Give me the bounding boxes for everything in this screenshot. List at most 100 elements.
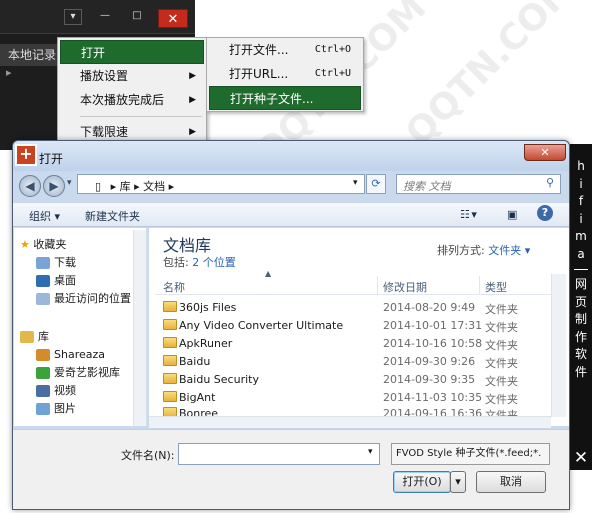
column-divider[interactable]	[377, 276, 378, 294]
file-row[interactable]: Bonree 2014-09-16 16:36 文件夹	[163, 405, 553, 416]
new-folder-button[interactable]: 新建文件夹	[85, 208, 140, 224]
dialog-title: 打开	[39, 152, 64, 166]
side-char: f	[578, 194, 584, 208]
column-type[interactable]: 类型	[485, 279, 507, 295]
dialog-titlebar	[13, 141, 569, 171]
app-plus-icon: +	[15, 144, 37, 166]
help-icon[interactable]: ?	[537, 205, 553, 221]
side-char: i	[579, 176, 583, 191]
side-banner: h i f i m a 网 页 制 作 软 件	[570, 144, 592, 470]
open-dropdown-button[interactable]: ▾	[450, 471, 466, 493]
desktop-icon	[36, 275, 50, 287]
navigation-pane: ★ 收藏夹 下载 桌面 最近访问的位置 库 Shareaza 爱奇艺影视库 视频…	[14, 228, 147, 426]
side-char: m	[575, 229, 587, 243]
folder-icon: ▯	[95, 180, 102, 193]
minimize-button[interactable]: —	[96, 9, 114, 25]
menu-item-open-torrent[interactable]: 打开种子文件...	[209, 86, 361, 110]
arrange-by-dropdown[interactable]: 文件夹 ▾	[488, 244, 530, 257]
nav-scrollbar[interactable]	[133, 230, 146, 426]
video-icon	[36, 385, 50, 397]
side-divider	[574, 269, 588, 270]
preview-pane-icon[interactable]: ▣	[507, 208, 517, 221]
side-char: 制	[574, 312, 587, 326]
context-menu: 打开 播放设置 ▶ 本次播放完成后 ▶ 下载限速 ▶	[57, 37, 207, 147]
nav-libraries[interactable]: 库	[20, 328, 140, 346]
chevron-right-icon: ▶	[189, 71, 196, 81]
menu-item-open-url[interactable]: 打开URL... Ctrl+U	[209, 62, 361, 86]
search-icon[interactable]: ⚲	[546, 176, 554, 189]
locations-link[interactable]: 2 个位置	[192, 256, 236, 269]
chevron-right-icon: ▶	[189, 95, 196, 105]
side-char: 件	[574, 364, 587, 379]
column-date[interactable]: 修改日期	[383, 279, 427, 295]
maximize-button[interactable]: □	[128, 9, 146, 25]
recent-places-icon	[36, 293, 50, 305]
download-folder-icon	[36, 257, 50, 269]
menu-item-open[interactable]: 打开	[60, 40, 204, 64]
view-options-icon[interactable]: ☷ ▾	[460, 208, 477, 221]
menu-item-playback-settings[interactable]: 播放设置 ▶	[60, 64, 204, 88]
organize-button[interactable]: 组织 ▾	[29, 208, 60, 224]
menu-separator	[80, 116, 202, 117]
menu-item-open-file[interactable]: 打开文件... Ctrl+O	[209, 38, 361, 62]
file-list-horizontal-scrollbar[interactable]	[149, 416, 551, 428]
side-char: 页	[574, 294, 587, 309]
forward-arrow-icon[interactable]: ▶	[43, 175, 65, 197]
sort-ascending-icon: ▲	[265, 269, 272, 278]
collapse-icon[interactable]: ▸	[0, 66, 60, 86]
dialog-footer	[13, 429, 569, 509]
side-char: i	[579, 211, 583, 226]
arrange-by: 排列方式: 文件夹 ▾	[437, 244, 531, 257]
side-char: 作	[574, 329, 587, 344]
side-char: a	[577, 246, 585, 261]
side-char: h	[577, 159, 585, 173]
shareaza-icon	[36, 349, 50, 361]
filename-dropdown-icon[interactable]: ▾	[368, 447, 373, 457]
folder-icon	[163, 354, 177, 366]
library-title: 文档库	[163, 236, 212, 255]
open-file-dialog: + 打开 ✕ ◀ ▶ ▾ ▯ ▸ 库 ▸ 文档 ▸ ▾ ⟳ 搜索 文档 ⚲ 组织…	[12, 140, 570, 510]
file-row[interactable]: 360js Files 2014-08-20 9:49 文件夹	[163, 299, 553, 317]
file-row[interactable]: Baidu 2014-09-30 9:26 文件夹	[163, 353, 553, 371]
star-icon: ★	[20, 238, 30, 251]
search-placeholder: 搜索 文档	[403, 180, 451, 193]
back-arrow-icon[interactable]: ◀	[19, 175, 41, 197]
open-button[interactable]: 打开(O)	[393, 471, 451, 493]
filename-input[interactable]	[178, 443, 380, 465]
folder-icon	[163, 318, 177, 330]
folder-icon	[163, 406, 177, 416]
library-includes: 包括: 2 个位置	[163, 256, 236, 269]
close-button[interactable]: ✕	[158, 9, 188, 28]
cancel-button[interactable]: 取消	[476, 471, 546, 493]
column-name[interactable]: 名称	[163, 279, 185, 295]
file-type-select[interactable]: FVOD Style 种子文件(*.feed;*.	[391, 443, 550, 465]
refresh-icon[interactable]: ⟳	[366, 174, 386, 194]
nav-favorites[interactable]: ★ 收藏夹	[20, 236, 140, 254]
picture-icon	[36, 403, 50, 415]
side-char: 网	[574, 277, 587, 291]
side-close-icon[interactable]: ✕	[570, 446, 592, 470]
address-dropdown-icon[interactable]: ▾	[353, 178, 358, 188]
column-divider[interactable]	[479, 276, 480, 294]
menu-dropdown-button[interactable]: ▾	[64, 9, 82, 25]
folder-icon	[163, 372, 177, 384]
tab-local-records[interactable]: 本地记录	[0, 44, 60, 66]
open-submenu: 打开文件... Ctrl+O 打开URL... Ctrl+U 打开种子文件...	[206, 37, 364, 112]
file-row[interactable]: Baidu Security 2014-09-30 9:35 文件夹	[163, 371, 553, 389]
breadcrumb-documents[interactable]: 文档	[143, 180, 165, 193]
breadcrumb-library[interactable]: 库	[120, 180, 131, 193]
breadcrumb: ▯ ▸ 库 ▸ 文档 ▸	[95, 180, 175, 193]
dialog-close-button[interactable]: ✕	[524, 144, 566, 161]
folder-icon	[163, 336, 177, 348]
history-dropdown-icon[interactable]: ▾	[67, 178, 72, 188]
file-row[interactable]: Any Video Converter Ultimate 2014-10-01 1…	[163, 317, 553, 335]
iqiyi-icon	[36, 367, 50, 379]
menu-item-after-playback[interactable]: 本次播放完成后 ▶	[60, 88, 204, 112]
folder-icon	[163, 390, 177, 402]
library-icon	[20, 331, 34, 343]
file-list-vertical-scrollbar[interactable]	[551, 274, 566, 417]
side-char: 软	[574, 347, 587, 361]
folder-icon	[163, 300, 177, 312]
file-row[interactable]: ApkRuner 2014-10-16 10:58 文件夹	[163, 335, 553, 353]
filename-label: 文件名(N):	[121, 449, 175, 462]
